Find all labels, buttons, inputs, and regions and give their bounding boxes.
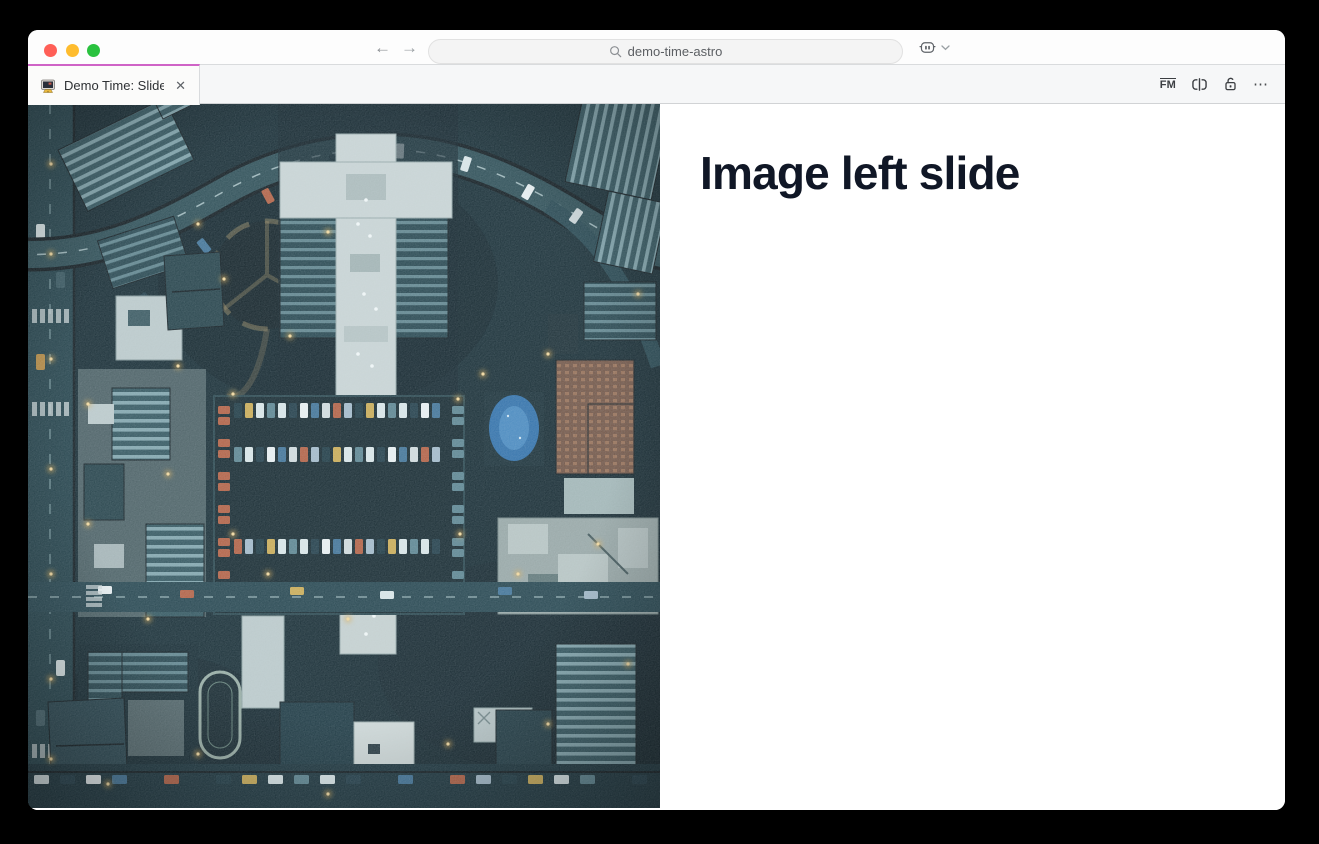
tab-close-icon[interactable]: ✕ bbox=[172, 76, 189, 96]
back-button[interactable]: ← bbox=[374, 39, 391, 56]
chevron-down-icon bbox=[941, 45, 950, 51]
title-bar: ← → demo-time-astro bbox=[28, 30, 1285, 64]
presentation-screen-icon bbox=[40, 78, 56, 94]
minimize-window-button[interactable] bbox=[66, 44, 79, 57]
tab-demo-time-slide[interactable]: Demo Time: Slide ✕ bbox=[28, 64, 200, 105]
browser-window: ← → demo-time-astro bbox=[28, 30, 1285, 810]
slide-content: Image left slide bbox=[28, 104, 1285, 810]
slide-photo-aerial-city bbox=[28, 104, 660, 808]
robot-icon bbox=[918, 40, 937, 55]
more-options-button[interactable]: ⋯ bbox=[1253, 75, 1269, 93]
forward-button[interactable]: → bbox=[401, 39, 418, 56]
assistant-menu[interactable] bbox=[918, 40, 950, 55]
fm-extension-button[interactable]: FM bbox=[1160, 78, 1176, 91]
browser-actions: FM ⋯ bbox=[1160, 65, 1269, 103]
tab-bar: Demo Time: Slide ✕ FM ⋯ bbox=[28, 64, 1285, 104]
aerial-city-illustration bbox=[28, 104, 660, 808]
lock-button[interactable] bbox=[1223, 76, 1238, 92]
address-text: demo-time-astro bbox=[628, 44, 723, 59]
slide-title: Image left slide bbox=[700, 146, 1255, 200]
split-view-button[interactable] bbox=[1191, 77, 1208, 92]
address-bar[interactable]: demo-time-astro bbox=[428, 39, 903, 64]
slide-body: Image left slide bbox=[660, 104, 1285, 810]
zoom-window-button[interactable] bbox=[87, 44, 100, 57]
tab-title: Demo Time: Slide bbox=[64, 78, 164, 93]
window-controls bbox=[44, 44, 100, 57]
close-window-button[interactable] bbox=[44, 44, 57, 57]
search-icon bbox=[609, 45, 622, 58]
